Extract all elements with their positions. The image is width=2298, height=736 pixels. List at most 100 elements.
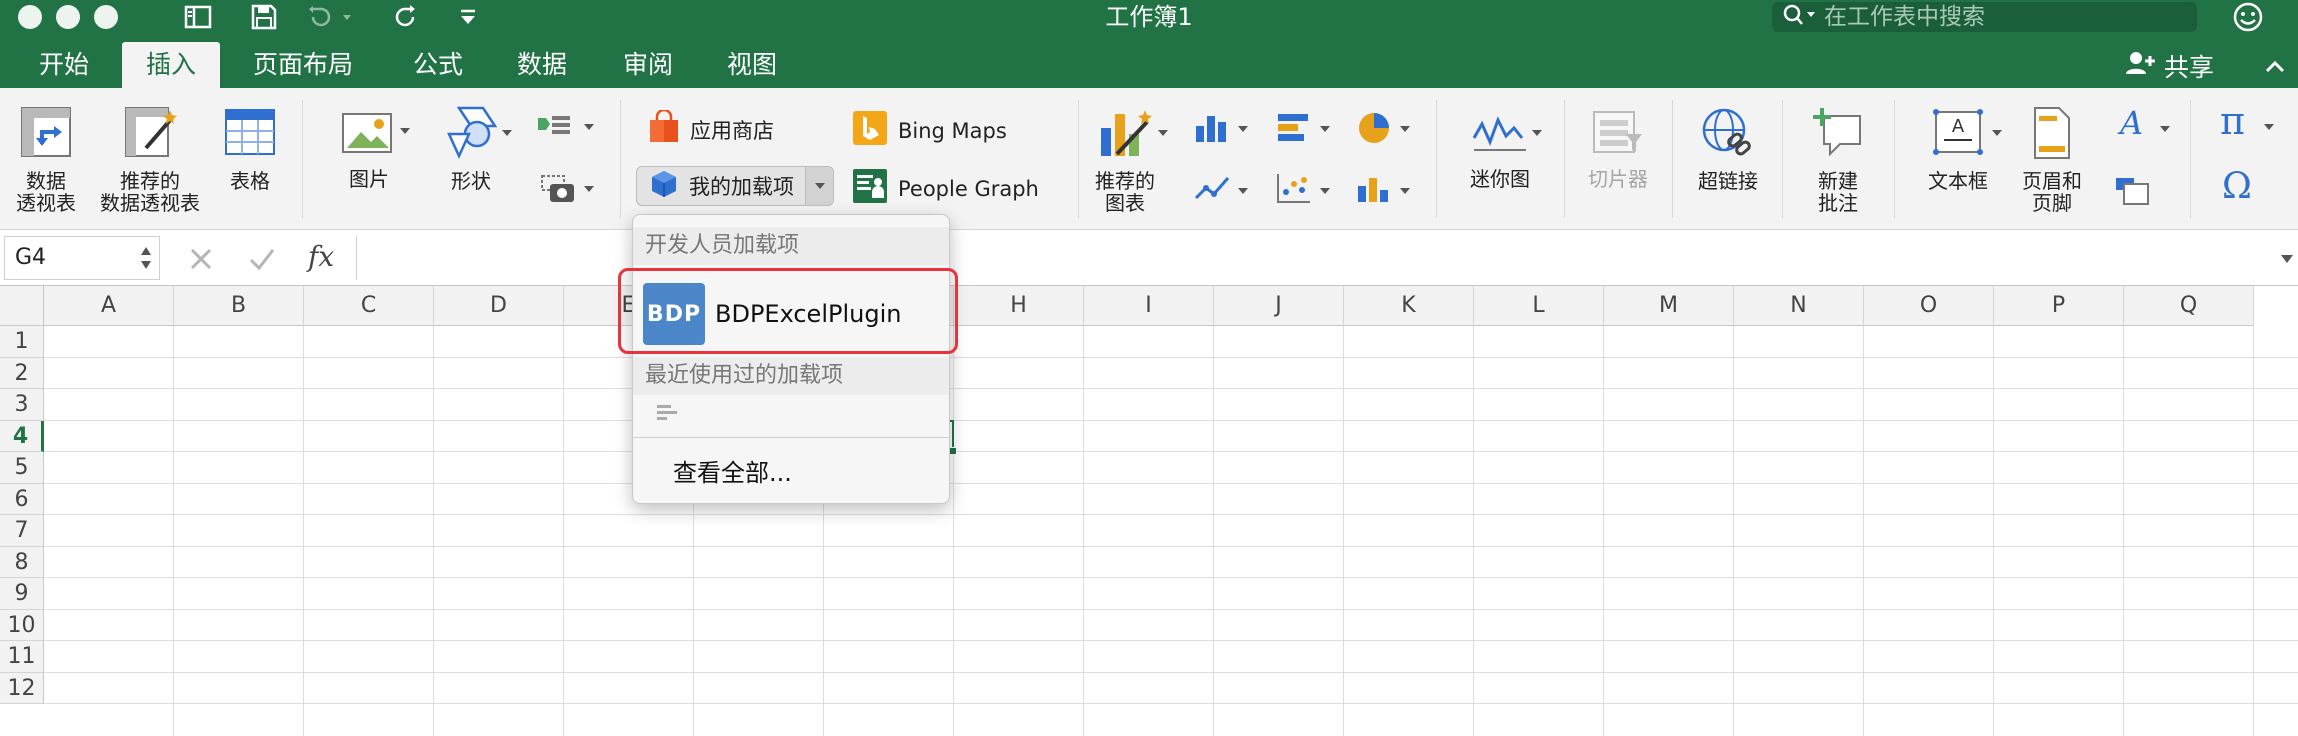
recommended-charts-dropdown-icon[interactable] — [1158, 130, 1168, 136]
bar-chart-dropdown-icon[interactable] — [1320, 126, 1330, 132]
new-comment-button[interactable]: 新建 批注 — [1802, 106, 1874, 214]
sparklines-button[interactable]: 迷你图 — [1456, 108, 1544, 190]
expand-formula-bar-icon[interactable] — [2280, 250, 2294, 269]
row-header-10[interactable]: 10 — [0, 609, 44, 641]
view-all-addins-item[interactable]: 查看全部... — [633, 445, 949, 495]
object-button[interactable] — [2114, 176, 2150, 211]
row-header-9[interactable]: 9 — [0, 578, 44, 610]
column-header-j[interactable]: J — [1214, 286, 1344, 326]
tab-formulas[interactable]: 公式 — [396, 42, 480, 88]
slicer-button[interactable]: 切片器 — [1580, 108, 1656, 190]
collapse-ribbon-icon[interactable] — [2262, 54, 2288, 80]
row-header-3[interactable]: 3 — [0, 389, 44, 421]
name-box[interactable]: G4 — [4, 236, 160, 280]
row-header-5[interactable]: 5 — [0, 452, 44, 484]
tab-insert[interactable]: 插入 — [122, 42, 220, 88]
my-addins-dropdown-icon[interactable] — [805, 167, 833, 205]
column-header-q[interactable]: Q — [2124, 286, 2254, 326]
shapes-dropdown-icon[interactable] — [502, 130, 512, 136]
pictures-dropdown-icon[interactable] — [400, 128, 410, 134]
fill-handle[interactable] — [949, 447, 957, 455]
tab-page-layout[interactable]: 页面布局 — [238, 42, 368, 88]
column-header-o[interactable]: O — [1864, 286, 1994, 326]
column-header-l[interactable]: L — [1474, 286, 1604, 326]
confirm-edit-icon[interactable] — [248, 246, 276, 276]
column-header-b[interactable]: B — [174, 286, 304, 326]
worksheet-grid[interactable]: ABCDEFGHIJKLMNOPQ123456789101112 — [0, 286, 2298, 736]
shapes-button[interactable]: 形状 — [430, 104, 512, 192]
column-header-p[interactable]: P — [1994, 286, 2124, 326]
tab-data[interactable]: 数据 — [500, 42, 584, 88]
row-header-6[interactable]: 6 — [0, 483, 44, 515]
column-header-h[interactable]: H — [954, 286, 1084, 326]
zoom-window-button[interactable] — [94, 5, 118, 29]
minimize-window-button[interactable] — [56, 5, 80, 29]
insert-function-icon[interactable]: fx — [308, 240, 334, 273]
people-graph-button[interactable]: People Graph — [852, 168, 1039, 209]
text-box-dropdown-icon[interactable] — [1992, 130, 2002, 136]
sidebar-toggle-icon[interactable] — [180, 2, 216, 32]
column-header-i[interactable]: I — [1084, 286, 1214, 326]
row-header-4[interactable]: 4 — [0, 420, 44, 452]
share-button[interactable]: 共享 — [2124, 48, 2214, 84]
close-window-button[interactable] — [18, 5, 42, 29]
my-addins-button[interactable]: 我的加载项 — [636, 166, 834, 206]
smartart-dropdown-icon[interactable] — [584, 124, 594, 130]
recent-addin-item[interactable] — [633, 399, 949, 427]
redo-icon[interactable] — [390, 2, 422, 32]
equation-dropdown-icon[interactable] — [2264, 124, 2274, 130]
row-header-8[interactable]: 8 — [0, 546, 44, 578]
row-header-11[interactable]: 11 — [0, 641, 44, 673]
row-header-1[interactable]: 1 — [0, 326, 44, 358]
bing-maps-button[interactable]: Bing Maps — [852, 110, 1007, 151]
name-box-stepper-icon[interactable] — [139, 243, 153, 288]
hyperlink-button[interactable]: 超链接 — [1688, 106, 1768, 192]
row-header-12[interactable]: 12 — [0, 672, 44, 704]
column-header-k[interactable]: K — [1344, 286, 1474, 326]
pivot-table-button[interactable]: 数据 透视表 — [8, 104, 84, 214]
column-header-m[interactable]: M — [1604, 286, 1734, 326]
column-header-a[interactable]: A — [44, 286, 174, 326]
tab-view[interactable]: 视图 — [710, 42, 794, 88]
save-icon[interactable] — [246, 2, 282, 32]
symbol-button[interactable]: Ω — [2218, 166, 2260, 209]
pictures-button[interactable]: 图片 — [326, 108, 412, 190]
column-chart-dropdown-icon[interactable] — [1238, 126, 1248, 132]
sparklines-dropdown-icon[interactable] — [1532, 130, 1542, 136]
stock-chart-dropdown-icon[interactable] — [1400, 188, 1410, 194]
screenshot-button[interactable] — [540, 174, 576, 209]
pie-chart-button[interactable] — [1356, 110, 1392, 151]
recommended-pivot-button[interactable]: 推荐的 数据透视表 — [92, 104, 208, 214]
table-button[interactable]: 表格 — [212, 104, 288, 192]
column-header-c[interactable]: C — [304, 286, 434, 326]
row-header-7[interactable]: 7 — [0, 515, 44, 547]
pie-chart-dropdown-icon[interactable] — [1400, 126, 1410, 132]
scatter-chart-dropdown-icon[interactable] — [1320, 188, 1330, 194]
undo-icon[interactable] — [302, 2, 356, 32]
customize-toolbar-icon[interactable] — [454, 2, 482, 32]
store-button[interactable]: 应用商店 — [648, 108, 774, 149]
search-input[interactable] — [1824, 4, 2184, 30]
wordart-button[interactable]: A — [2116, 104, 2150, 145]
bdp-plugin-menu-item[interactable]: BDP BDPExcelPlugin — [633, 279, 949, 349]
sheet-search-box[interactable] — [1772, 2, 2197, 32]
stock-chart-button[interactable] — [1356, 172, 1392, 209]
row-header-2[interactable]: 2 — [0, 357, 44, 389]
screenshot-dropdown-icon[interactable] — [584, 186, 594, 192]
equation-button[interactable]: π — [2216, 99, 2258, 145]
header-footer-button[interactable]: 页眉和 页脚 — [2012, 106, 2092, 214]
tab-review[interactable]: 审阅 — [606, 42, 690, 88]
cancel-edit-icon[interactable] — [188, 246, 214, 276]
line-chart-dropdown-icon[interactable] — [1238, 188, 1248, 194]
smartart-button[interactable] — [536, 114, 572, 141]
scatter-chart-button[interactable] — [1276, 172, 1312, 209]
recommended-charts-button[interactable]: 推荐的 图表 — [1090, 104, 1160, 214]
tab-home[interactable]: 开始 — [22, 42, 106, 88]
bar-chart-button[interactable] — [1276, 112, 1312, 149]
text-box-button[interactable]: A 文本框 — [1914, 106, 2002, 192]
column-chart-button[interactable] — [1194, 112, 1230, 149]
feedback-smiley-icon[interactable] — [2232, 1, 2264, 33]
column-header-n[interactable]: N — [1734, 286, 1864, 326]
wordart-dropdown-icon[interactable] — [2160, 126, 2170, 132]
line-chart-button[interactable] — [1194, 172, 1230, 209]
